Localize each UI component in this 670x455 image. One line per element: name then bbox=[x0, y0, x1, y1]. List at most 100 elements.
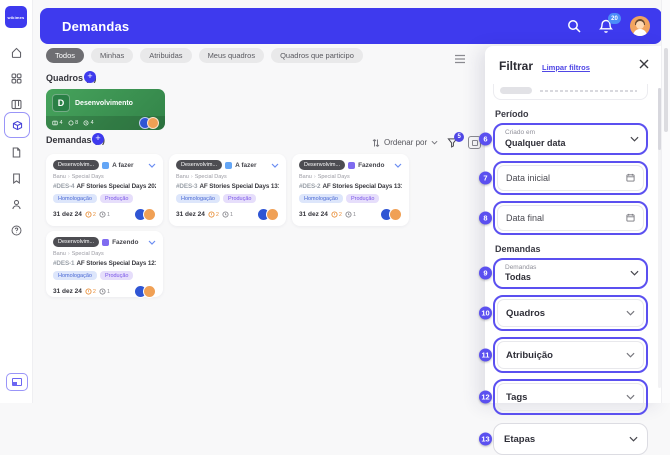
assignee-avatars bbox=[134, 208, 156, 221]
status-label: Fazendo bbox=[358, 161, 385, 169]
sort-by-button[interactable]: Ordenar por bbox=[384, 138, 427, 147]
start-date-input[interactable]: Data inicial bbox=[493, 160, 648, 195]
demand-title: #DES-2 AF Stories Special Days 1313 bbox=[299, 183, 402, 190]
demandas-section-label: Demandas bbox=[495, 243, 541, 254]
due-date: 31 dez 24 bbox=[53, 211, 82, 218]
annotation-badge: 13 bbox=[479, 432, 492, 446]
scrollbar-thumb[interactable] bbox=[663, 48, 668, 132]
kanban-icon bbox=[11, 99, 21, 109]
sidebar-item-demands[interactable] bbox=[4, 112, 30, 138]
assignee-avatars bbox=[134, 285, 156, 298]
annotation-badge: 6 bbox=[479, 132, 492, 146]
clipped-filter-field[interactable] bbox=[493, 84, 648, 100]
chevron-down-icon bbox=[148, 240, 156, 245]
sidebar-item-profile[interactable] bbox=[8, 196, 24, 212]
user-avatar[interactable] bbox=[630, 16, 650, 36]
bookmark-icon bbox=[12, 173, 20, 184]
etapas-filter[interactable]: Etapas bbox=[493, 423, 648, 455]
collapse-icon bbox=[12, 378, 22, 386]
clear-filters-link[interactable]: Limpar filtros bbox=[542, 63, 590, 72]
tab-minhas[interactable]: Minhas bbox=[91, 48, 134, 63]
atribuicao-filter[interactable]: Atribuição bbox=[493, 337, 648, 373]
period-section-label: Período bbox=[495, 109, 529, 119]
members-mini-icon bbox=[68, 120, 74, 126]
clock-icon bbox=[222, 211, 229, 218]
quadros-filter[interactable]: Quadros bbox=[493, 295, 648, 331]
demandas-select[interactable]: Demandas Todas bbox=[493, 257, 648, 289]
timer-count: 1 bbox=[99, 288, 110, 295]
assignee-avatars bbox=[380, 208, 402, 221]
avatar bbox=[143, 208, 156, 221]
search-button[interactable] bbox=[566, 18, 582, 34]
annotation-badge: 7 bbox=[479, 171, 492, 184]
sidebar-item-apps[interactable] bbox=[8, 70, 24, 86]
board-stat-members: 8 bbox=[68, 120, 78, 126]
tag-homologacao: Homologação bbox=[53, 194, 97, 203]
assignee-avatars bbox=[257, 208, 279, 221]
clock-mini-icon bbox=[83, 120, 89, 126]
board-card-desenvolvimento[interactable]: D Desenvolvimento 4 8 4 bbox=[46, 89, 165, 130]
help-icon bbox=[11, 225, 21, 235]
clock-icon bbox=[99, 211, 106, 218]
board-stat-boards: 4 bbox=[52, 120, 63, 126]
notifications-button[interactable]: 20 bbox=[598, 13, 621, 34]
tags-filter[interactable]: Tags bbox=[493, 379, 648, 415]
filter-tabs: Todos Minhas Atribuidas Meus quadros Qua… bbox=[46, 48, 363, 63]
view-toggle-button[interactable] bbox=[454, 51, 466, 64]
card-expand-button[interactable] bbox=[148, 163, 156, 168]
tab-todos[interactable]: Todos bbox=[46, 48, 85, 63]
demand-card[interactable]: Desenvolvim... Fazendo Banu › Special Days… bbox=[292, 154, 409, 226]
alert-icon bbox=[85, 288, 92, 295]
board-mini-icon bbox=[52, 120, 58, 126]
demand-card[interactable]: Desenvolvim... A fazer Banu › Special Days… bbox=[169, 154, 286, 226]
sidebar-item-help[interactable] bbox=[8, 222, 24, 238]
sidebar-item-bookmarks[interactable] bbox=[8, 170, 24, 186]
timer-count: 1 bbox=[345, 211, 356, 218]
alert-icon bbox=[85, 211, 92, 218]
chevron-down-icon bbox=[630, 136, 639, 142]
tag-producao: Produção bbox=[222, 194, 257, 203]
close-panel-button[interactable] bbox=[638, 57, 650, 69]
collapse-sidebar-button[interactable] bbox=[6, 373, 28, 391]
end-date-input[interactable]: Data final bbox=[493, 200, 648, 235]
avatar bbox=[147, 117, 159, 129]
status-icon bbox=[348, 161, 356, 169]
sidebar-item-documents[interactable] bbox=[8, 144, 24, 160]
demand-title: #DES-4 AF Stories Special Days 2020 bbox=[53, 183, 156, 190]
search-icon bbox=[568, 20, 581, 33]
demand-card[interactable]: Desenvolvim... A fazer Banu › Special Days… bbox=[46, 154, 163, 226]
tag-producao: Produção bbox=[99, 194, 134, 203]
page-scrollbar[interactable] bbox=[661, 0, 670, 403]
sidebar-item-boards[interactable] bbox=[8, 96, 24, 112]
person-icon bbox=[11, 199, 21, 209]
avatar bbox=[266, 208, 279, 221]
annotation-badge: 8 bbox=[479, 211, 492, 224]
add-quadro-button[interactable]: + bbox=[84, 71, 96, 83]
add-demanda-button[interactable]: + bbox=[92, 133, 104, 145]
card-expand-button[interactable] bbox=[271, 163, 279, 168]
status-label: A fazer bbox=[112, 161, 134, 169]
chevron-down-icon[interactable] bbox=[431, 140, 438, 145]
annotation-badge: 12 bbox=[479, 390, 492, 404]
chevron-down-icon bbox=[626, 310, 635, 316]
alert-count: 2 bbox=[85, 211, 96, 218]
sidebar: wikimes bbox=[0, 0, 33, 403]
tab-meus-quadros[interactable]: Meus quadros bbox=[198, 48, 265, 63]
breadcrumb: Banu › Special Days bbox=[53, 174, 104, 180]
filters-button[interactable]: 5 bbox=[447, 132, 465, 148]
card-expand-button[interactable] bbox=[394, 163, 402, 168]
card-expand-button[interactable] bbox=[148, 240, 156, 245]
created-at-select[interactable]: Criado em Qualquer data bbox=[493, 123, 648, 155]
due-date: 31 dez 24 bbox=[176, 211, 205, 218]
demand-title: #DES-3 AF Stories Special Days 1314 bbox=[176, 183, 279, 190]
tab-atribuidas[interactable]: Atribuidas bbox=[140, 48, 192, 63]
demand-card[interactable]: Desenvolvim... Fazendo Banu › Special Days… bbox=[46, 231, 163, 298]
appbar: Demandas 20 bbox=[40, 8, 662, 44]
status-icon bbox=[102, 161, 110, 169]
status-label: Fazendo bbox=[112, 238, 139, 246]
notification-count-badge: 20 bbox=[608, 13, 621, 24]
board-chip: Desenvolvim... bbox=[53, 237, 100, 247]
sidebar-item-home[interactable] bbox=[8, 44, 24, 60]
breadcrumb: Banu › Special Days bbox=[53, 251, 104, 257]
tab-quadros-participo[interactable]: Quadros que participo bbox=[271, 48, 363, 63]
